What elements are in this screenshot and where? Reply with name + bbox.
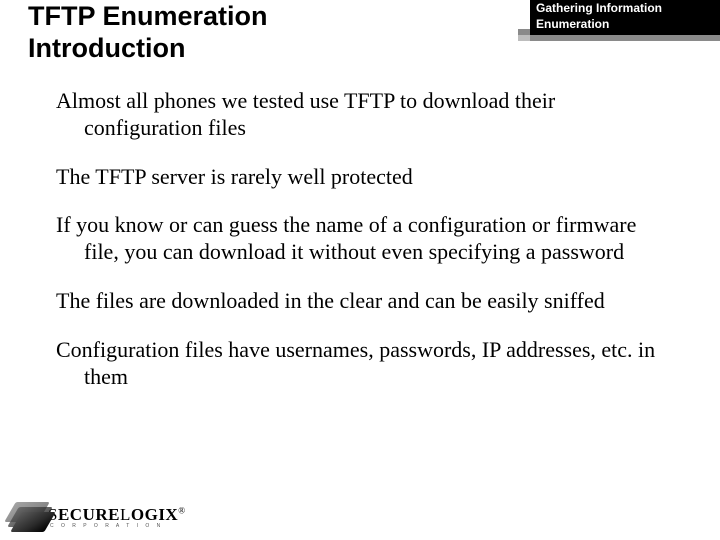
tag-line-1: Gathering Information xyxy=(536,1,662,15)
slide-body: Almost all phones we tested use TFTP to … xyxy=(56,88,666,413)
title-line-1: TFTP Enumeration xyxy=(28,1,268,31)
logo-text-part3: L xyxy=(120,505,131,524)
logo-text: SECURELOGIX® xyxy=(48,506,186,523)
section-tag-accent-2 xyxy=(518,35,530,41)
logo-text-wrap: SECURELOGIX® C O R P O R A T I O N xyxy=(48,506,186,529)
bullet-item: If you know or can guess the name of a c… xyxy=(56,212,666,266)
bullet-item: The TFTP server is rarely well protected xyxy=(56,164,666,191)
securelogix-logo: SECURELOGIX® C O R P O R A T I O N xyxy=(10,502,186,532)
logo-mark-icon xyxy=(10,502,44,532)
bullet-item: Configuration files have usernames, pass… xyxy=(56,337,666,391)
bullet-item: The files are downloaded in the clear an… xyxy=(56,288,666,315)
section-tag-text: Gathering Information Enumeration xyxy=(526,1,716,32)
bullet-item: Almost all phones we tested use TFTP to … xyxy=(56,88,666,142)
title-line-2: Introduction xyxy=(28,33,185,63)
section-tag-accent-1 xyxy=(530,35,720,41)
tag-line-2: Enumeration xyxy=(536,17,609,31)
logo-text-part2: ECURE xyxy=(58,505,120,524)
registered-icon: ® xyxy=(178,505,185,515)
logo-subtext: C O R P O R A T I O N xyxy=(50,524,186,529)
section-tag: Gathering Information Enumeration xyxy=(510,0,720,40)
slide-title: TFTP Enumeration Introduction xyxy=(28,0,268,65)
slide: TFTP Enumeration Introduction Gathering … xyxy=(0,0,720,540)
section-tag-accent-3 xyxy=(518,29,530,35)
logo-text-part4: OGIX xyxy=(131,505,178,524)
